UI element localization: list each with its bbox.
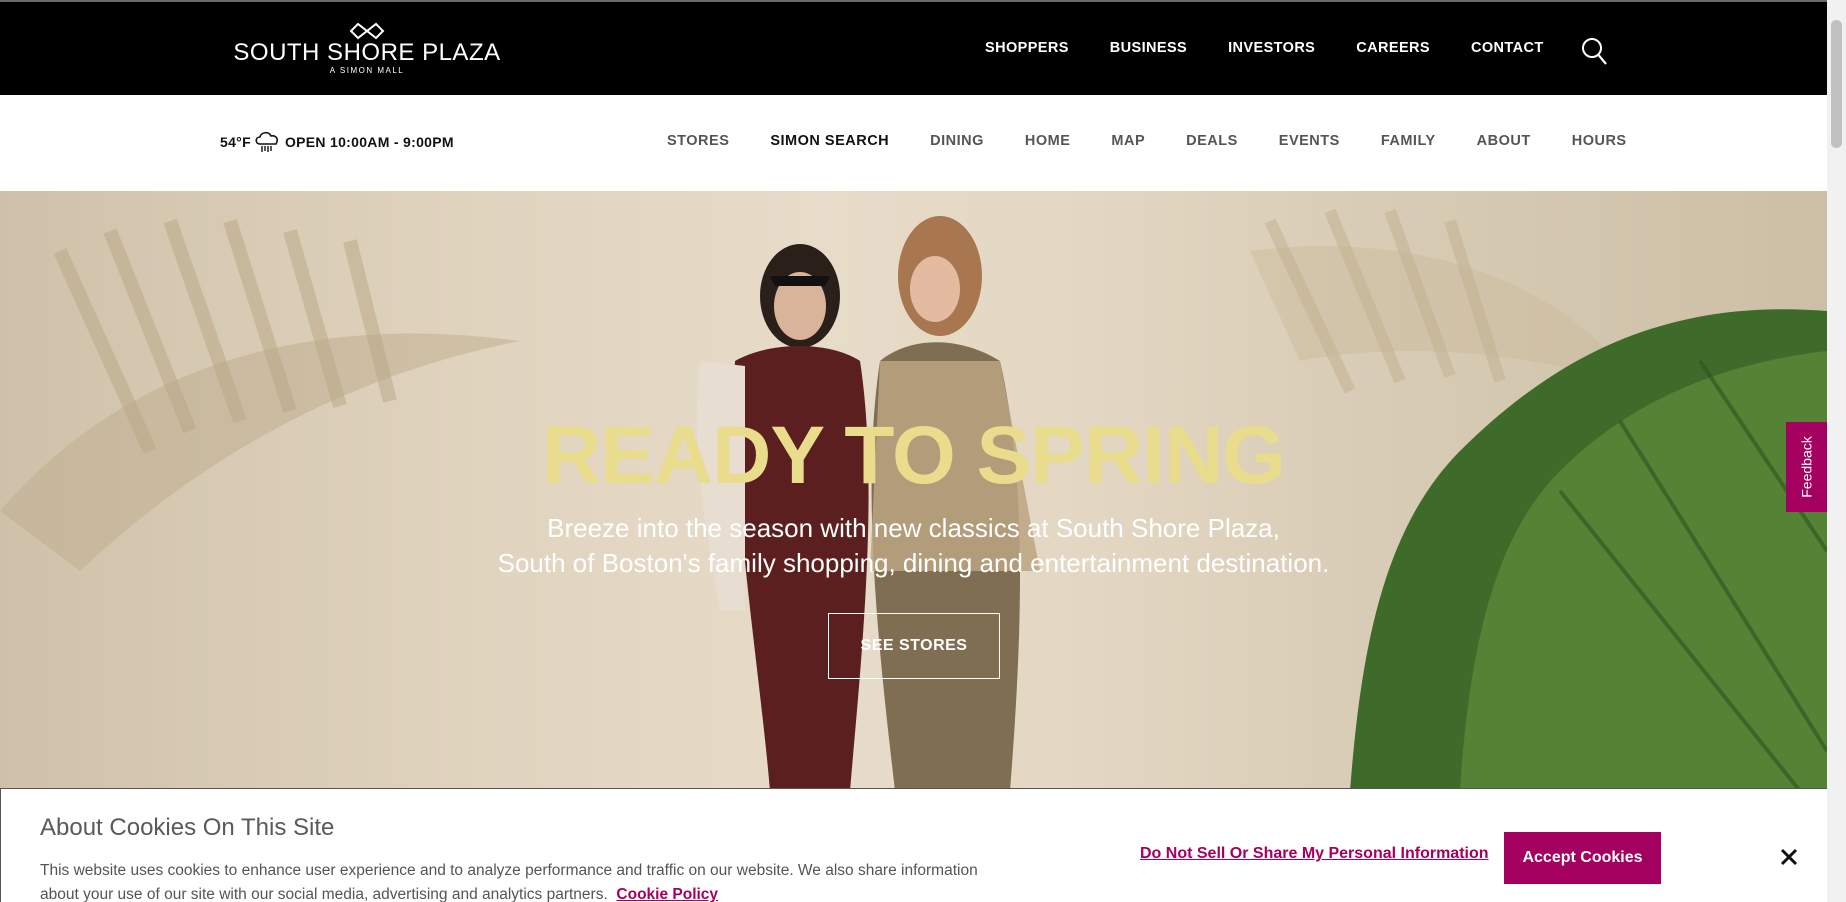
feedback-tab[interactable]: Feedback [1786, 422, 1827, 512]
see-stores-button[interactable]: SEE STORES [828, 613, 1000, 679]
nav-hours[interactable]: HOURS [1572, 133, 1627, 149]
mall-hours: OPEN 10:00AM - 9:00PM [284, 134, 454, 150]
top-nav: SHOPPERS BUSINESS INVESTORS CAREERS CONT… [985, 40, 1585, 56]
temperature: 54°F [220, 134, 251, 150]
nav-simon-search[interactable]: SIMON SEARCH [770, 133, 889, 149]
cookie-title: About Cookies On This Site [40, 814, 335, 841]
main-nav: STORES SIMON SEARCH DINING HOME MAP DEAL… [667, 133, 1668, 149]
do-not-sell-link[interactable]: Do Not Sell Or Share My Personal Informa… [1140, 845, 1489, 863]
nav-about[interactable]: ABOUT [1477, 133, 1531, 149]
mall-info: 54°F OPEN 10:00AM - 9:00PM [220, 131, 454, 153]
top-nav-contact[interactable]: CONTACT [1471, 40, 1544, 56]
hero-subtitle-line-1: Breeze into the season with new classics… [547, 513, 1280, 543]
nav-stores[interactable]: STORES [667, 133, 729, 149]
cookie-banner: About Cookies On This Site This website … [0, 788, 1827, 902]
cloud-rain-icon [255, 131, 278, 152]
page-scrollbar[interactable] [1827, 0, 1846, 902]
cookie-policy-link[interactable]: Cookie Policy [616, 886, 718, 902]
secondary-nav-bar: 54°F OPEN 10:00AM - 9:00PM STORES SIMON … [0, 95, 1827, 191]
logo-mark-icon [349, 22, 385, 40]
logo-tagline: A SIMON MALL [329, 66, 405, 75]
top-nav-business[interactable]: BUSINESS [1110, 40, 1187, 56]
feedback-label: Feedback [1798, 436, 1815, 498]
accept-cookies-button[interactable]: Accept Cookies [1504, 832, 1661, 884]
hero-banner: READY TO SPRING Breeze into the season w… [0, 191, 1827, 791]
top-header: SOUTH SHORE PLAZA A SIMON MALL SHOPPERS … [0, 0, 1827, 95]
hero-subtitle: Breeze into the season with new classics… [0, 511, 1827, 581]
nav-home[interactable]: HOME [1025, 133, 1071, 149]
scrollbar-thumb[interactable] [1831, 20, 1842, 148]
nav-deals[interactable]: DEALS [1186, 133, 1238, 149]
hero-subtitle-line-2: South of Boston's family shopping, dinin… [497, 548, 1330, 578]
top-nav-investors[interactable]: INVESTORS [1228, 40, 1315, 56]
top-nav-shoppers[interactable]: SHOPPERS [985, 40, 1069, 56]
nav-dining[interactable]: DINING [930, 133, 984, 149]
nav-map[interactable]: MAP [1111, 133, 1145, 149]
top-nav-careers[interactable]: CAREERS [1356, 40, 1430, 56]
nav-family[interactable]: FAMILY [1381, 133, 1436, 149]
close-icon[interactable] [1777, 845, 1801, 869]
cookie-description: This website uses cookies to enhance use… [40, 862, 978, 902]
cookie-text: This website uses cookies to enhance use… [40, 859, 980, 902]
search-icon[interactable] [1580, 36, 1608, 66]
hero-title: READY TO SPRING [542, 410, 1286, 501]
site-logo[interactable]: SOUTH SHORE PLAZA A SIMON MALL [226, 22, 508, 78]
nav-events[interactable]: EVENTS [1279, 133, 1340, 149]
logo-name: SOUTH SHORE PLAZA [233, 39, 501, 66]
